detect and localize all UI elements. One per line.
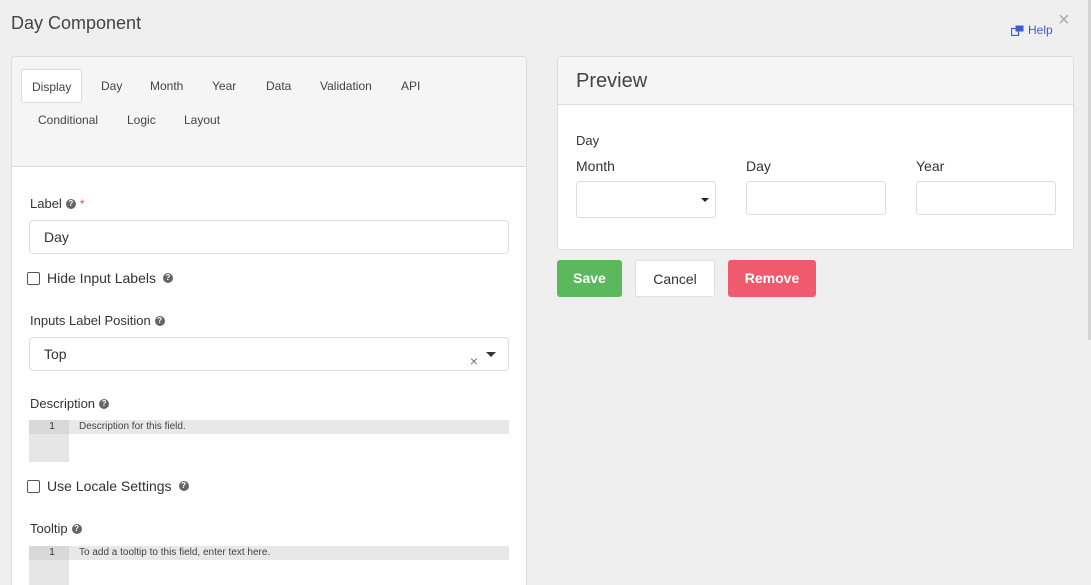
external-link-icon (1011, 25, 1024, 36)
tooltip-text: Tooltip (30, 521, 68, 536)
hide-input-labels-checkbox[interactable] (27, 271, 40, 285)
caret-down-icon (701, 198, 709, 202)
use-locale-checkbox[interactable] (27, 479, 40, 493)
description-label: Description ? (30, 396, 110, 411)
tab-bar: Display Day Month Year Data Validation A… (12, 57, 526, 167)
save-button[interactable]: Save (557, 260, 622, 297)
question-icon[interactable]: ? (154, 315, 165, 326)
tab-validation[interactable]: Validation (310, 69, 382, 103)
preview-day-input[interactable] (746, 181, 886, 215)
inputs-label-position-label: Inputs Label Position ? (30, 313, 165, 328)
hide-input-labels-label: Hide Input Labels (47, 270, 156, 286)
remove-button[interactable]: Remove (728, 260, 816, 297)
required-mark: * (79, 196, 85, 211)
line-number: 1 (29, 546, 69, 560)
preview-title: Preview (558, 57, 1073, 105)
tab-display[interactable]: Display (21, 69, 83, 103)
inputs-label-position-select[interactable]: Top × (29, 337, 509, 371)
label-field-label: Label ? * (30, 196, 84, 211)
close-icon[interactable]: × (1058, 10, 1070, 30)
label-text: Label (30, 196, 62, 211)
label-input[interactable]: Day (29, 220, 509, 254)
description-text: Description (30, 396, 96, 411)
description-editor[interactable]: 1 Description for this field. (29, 420, 509, 462)
preview-day-label: Day (746, 158, 771, 174)
preview-year-label: Year (916, 158, 945, 174)
use-locale-label: Use Locale Settings (47, 478, 172, 494)
question-icon[interactable]: ? (162, 273, 173, 283)
tab-data[interactable]: Data (256, 69, 301, 103)
tooltip-editor[interactable]: 1 To add a tooltip to this field, enter … (29, 546, 509, 585)
tab-day[interactable]: Day (91, 69, 132, 103)
description-placeholder[interactable]: Description for this field. (69, 420, 509, 434)
tooltip-label: Tooltip ? (30, 521, 82, 536)
editor-panel: Display Day Month Year Data Validation A… (11, 56, 527, 585)
tab-layout[interactable]: Layout (174, 103, 230, 137)
use-locale-row[interactable]: Use Locale Settings ? (27, 478, 189, 494)
inputs-label-position-text: Inputs Label Position (30, 313, 151, 328)
clear-icon[interactable]: × (470, 345, 478, 377)
tab-logic[interactable]: Logic (117, 103, 166, 137)
tab-conditional[interactable]: Conditional (28, 103, 108, 137)
question-icon[interactable]: ? (65, 198, 76, 209)
cancel-button[interactable]: Cancel (635, 260, 715, 297)
tab-year[interactable]: Year (202, 69, 246, 103)
help-link[interactable]: Help (1011, 23, 1053, 37)
question-icon[interactable]: ? (99, 398, 110, 409)
preview-month-label: Month (576, 158, 615, 174)
tab-api[interactable]: API (391, 69, 430, 103)
question-icon[interactable]: ? (178, 481, 189, 491)
tab-month[interactable]: Month (140, 69, 193, 103)
preview-component-label: Day (576, 133, 600, 148)
preview-panel: Preview Day Month Day Year (557, 56, 1074, 250)
chevron-down-icon[interactable] (486, 352, 496, 357)
help-label: Help (1028, 23, 1053, 37)
line-number: 1 (29, 420, 69, 434)
tooltip-placeholder[interactable]: To add a tooltip to this field, enter te… (69, 546, 509, 560)
question-icon[interactable]: ? (71, 523, 82, 534)
selected-value: Top (44, 346, 67, 362)
preview-month-select[interactable] (576, 181, 716, 218)
hide-input-labels-row[interactable]: Hide Input Labels ? (27, 270, 173, 286)
preview-year-input[interactable] (916, 181, 1056, 215)
modal-title: Day Component (11, 13, 142, 33)
